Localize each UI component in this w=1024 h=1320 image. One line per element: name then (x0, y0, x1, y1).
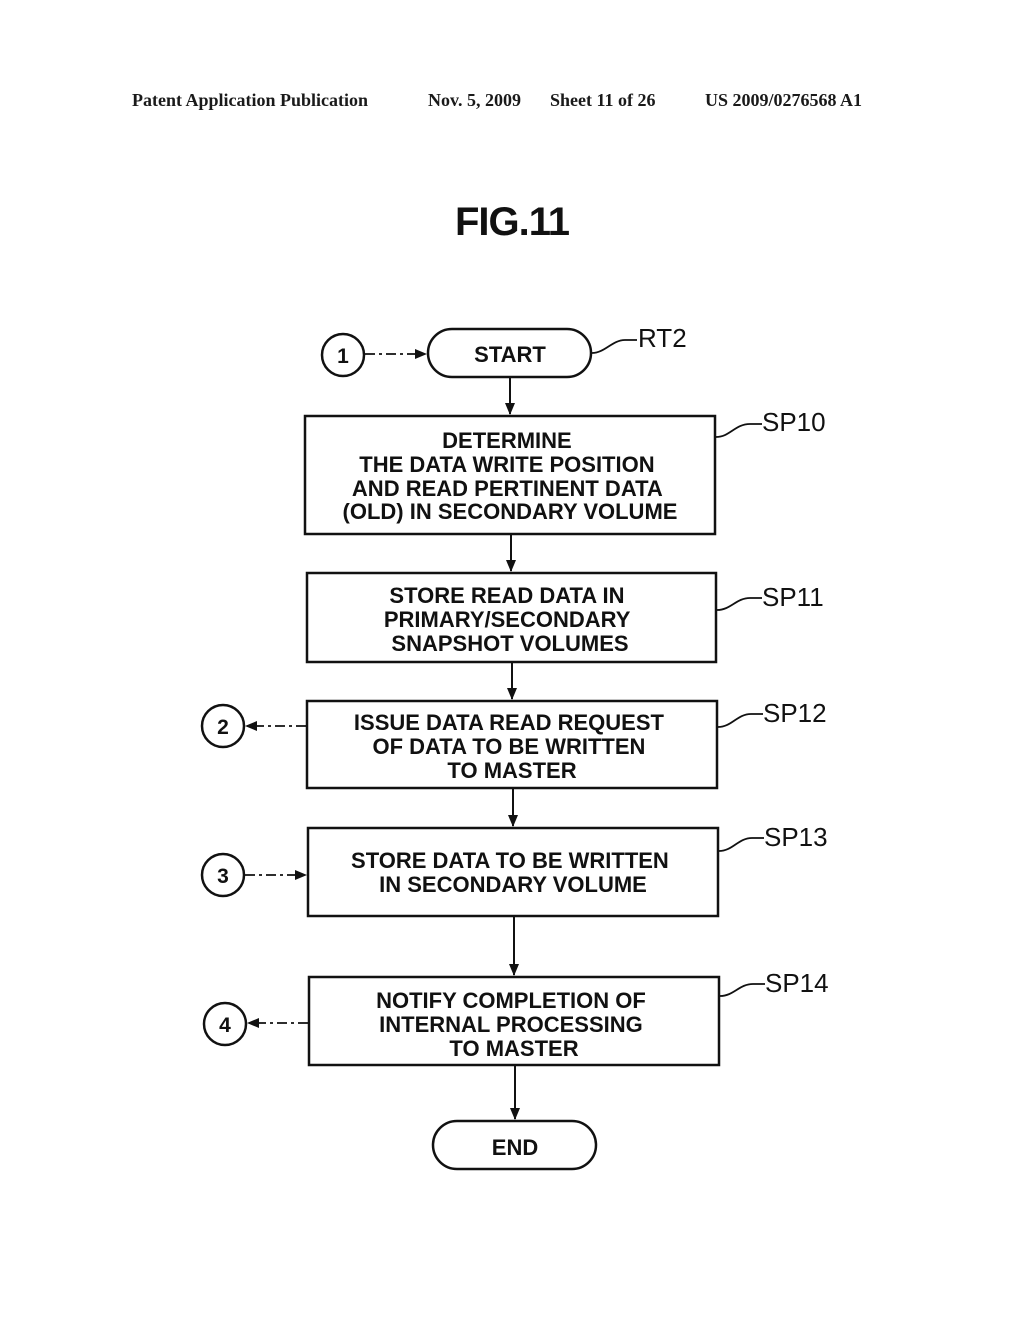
step-sp13: STORE DATA TO BE WRITTEN IN SECONDARY VO… (306, 822, 828, 918)
connector-1: 1 (320, 332, 427, 378)
start-terminal: START (426, 327, 593, 379)
step-sp10-label: SP10 (762, 407, 826, 437)
connector-3-label: 3 (217, 865, 229, 888)
step-sp14-label: SP14 (765, 968, 829, 998)
start-label: START (474, 342, 546, 367)
step-sp13-label: SP13 (764, 822, 828, 852)
connector-1-label: 1 (337, 345, 349, 368)
step-sp14: NOTIFY COMPLETION OF INTERNAL PROCESSING… (307, 968, 829, 1067)
step-sp12-label: SP12 (763, 698, 827, 728)
connector-4-label: 4 (219, 1014, 231, 1037)
connector-4: 4 (202, 1001, 308, 1047)
step-sp12: ISSUE DATA READ REQUEST OF DATA TO BE WR… (305, 698, 827, 790)
routine-label-rt2: RT2 (591, 323, 687, 354)
step-sp11-label: SP11 (762, 582, 824, 612)
connector-2: 2 (200, 703, 306, 749)
connector-3: 3 (200, 852, 307, 898)
step-sp11-text: STORE READ DATA IN PRIMARY/SECONDARY SNA… (384, 583, 636, 656)
flowchart: START RT2 1 DETERMINE THE DATA WRITE POS… (200, 323, 829, 1171)
connector-2-label: 2 (217, 716, 229, 739)
end-label: END (492, 1135, 538, 1160)
end-terminal: END (431, 1119, 598, 1171)
step-sp10: DETERMINE THE DATA WRITE POSITION AND RE… (303, 407, 826, 536)
routine-label: RT2 (638, 323, 687, 353)
step-sp11: STORE READ DATA IN PRIMARY/SECONDARY SNA… (305, 571, 824, 664)
step-sp13-text: STORE DATA TO BE WRITTEN IN SECONDARY VO… (351, 848, 675, 897)
